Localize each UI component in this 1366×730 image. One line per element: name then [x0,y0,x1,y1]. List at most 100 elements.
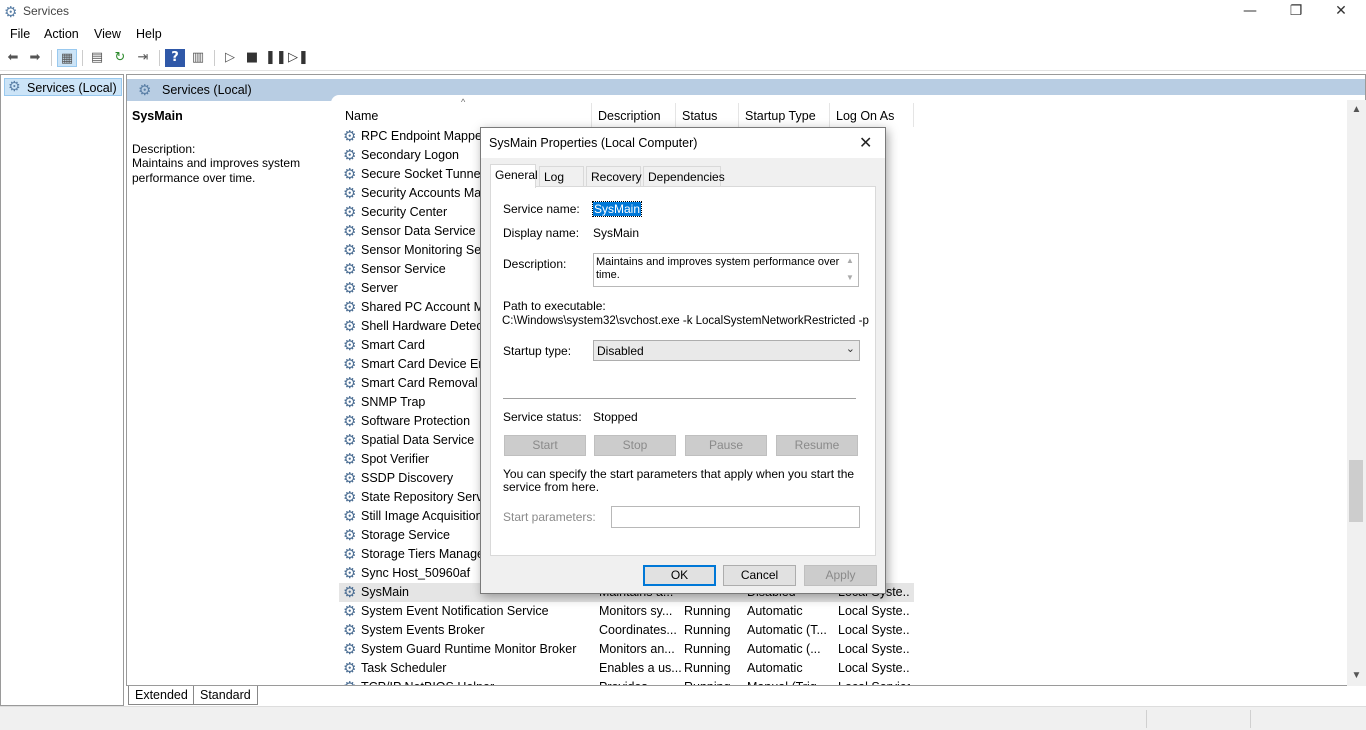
stop-button[interactable]: Stop [594,435,676,456]
path-value: C:\Windows\system32\svchost.exe -k Local… [502,315,869,327]
action-pane-icon[interactable]: ▥ [188,49,208,67]
start-params-input[interactable] [611,506,860,528]
service-status-cell: Running [684,604,731,618]
help-icon[interactable]: ? [165,49,185,67]
tree-node-services-local[interactable]: ⚙ Services (Local) [4,78,122,96]
service-startup-cell: Automatic (... [747,642,821,656]
column-header-description[interactable]: Description [592,103,676,127]
toolbar: ⬅ ➡ ▦ ▤ ↻ ⇥ ? ▥ ▷ ■ ❚❚ ▷❚ [0,46,1366,71]
service-name-text[interactable]: SysMain [591,201,643,217]
service-name-cell: Task Scheduler [361,661,447,675]
service-gear-icon: ⚙ [343,488,357,506]
service-gear-icon: ⚙ [343,545,357,563]
back-icon[interactable]: ⬅ [3,49,23,67]
stop-service-icon[interactable]: ■ [242,49,262,67]
dialog-close-icon[interactable]: ✕ [859,133,872,152]
description-scrollbar[interactable]: ▲ ▼ [842,254,858,286]
service-gear-icon: ⚙ [343,393,357,411]
apply-button[interactable]: Apply [804,565,877,586]
service-startup-cell: Automatic (T... [747,623,827,637]
pause-button[interactable]: Pause [685,435,767,456]
gear-icon: ⚙ [8,79,21,95]
table-row[interactable]: ⚙ Task Scheduler Enables a us... Running Aut… [339,659,914,678]
scroll-down-icon[interactable]: ▼ [1347,670,1366,681]
ok-button[interactable]: OK [643,565,716,586]
minimize-button[interactable]: — [1227,0,1273,24]
table-row[interactable]: ⚙ System Guard Runtime Monitor Broker Moni… [339,640,914,659]
service-logon-cell: Local Syste... [838,661,910,675]
service-description-cell: Enables a us... [599,661,681,675]
service-gear-icon: ⚙ [343,241,357,259]
tab-standard[interactable]: Standard [194,686,258,705]
service-gear-icon: ⚙ [343,127,357,145]
window-title: Services [23,4,70,18]
menu-view[interactable]: View [94,27,121,41]
dialog-title-bar: SysMain Properties (Local Computer) ✕ [481,128,885,158]
close-window-button[interactable]: ✕ [1318,0,1364,24]
tab-general[interactable]: General [490,164,538,188]
show-hide-console-tree-icon[interactable]: ▦ [57,49,77,67]
selected-service-name: SysMain [132,109,183,123]
service-status-cell: Running [684,680,744,685]
service-gear-icon: ⚙ [343,621,357,639]
pause-service-icon[interactable]: ❚❚ [265,49,287,67]
column-header-name[interactable]: Name [339,103,592,127]
restart-service-icon[interactable]: ▷❚ [288,49,309,67]
service-gear-icon: ⚙ [343,298,357,316]
status-divider [1250,710,1251,728]
service-status-label: Service status: [503,410,582,424]
service-status-cell: Running [684,642,731,656]
table-row[interactable]: ⚙TCP/IP NetBIOS HelperProvides...Running… [339,678,914,685]
startup-type-select[interactable]: Disabled ⌄ [593,340,860,361]
startup-type-label: Startup type: [503,344,572,358]
service-startup-cell: Automatic [747,604,803,618]
tab-dependencies[interactable]: Dependencies [643,166,725,186]
service-name-label: Service name: [503,202,580,216]
dialog-title: SysMain Properties (Local Computer) [489,136,698,150]
service-status-cell: Running [684,661,731,675]
service-logon-cell: Local Syste... [838,604,910,618]
panel-header: ⚙ Services (Local) [127,79,1365,105]
start-button[interactable]: Start [504,435,586,456]
services-gear-icon: ⚙ [4,3,18,21]
column-header-log-on-as[interactable]: Log On As [830,103,914,127]
column-header-startup-type[interactable]: Startup Type [739,103,830,127]
vertical-scrollbar[interactable]: ▲ ▼ [1347,100,1366,686]
refresh-icon[interactable]: ↻ [110,49,130,67]
toolbar-separator [82,50,83,66]
table-row[interactable]: ⚙ System Event Notification Service Monito… [339,602,914,621]
toolbar-separator [214,50,215,66]
column-header-status[interactable]: Status [676,103,739,127]
description-field[interactable]: Maintains and improves system performanc… [593,253,859,287]
table-row[interactable]: ⚙ System Events Broker Coordinates... Runni… [339,621,914,640]
scroll-up-icon[interactable]: ▲ [1347,104,1366,115]
menu-action[interactable]: Action [44,27,79,41]
toolbar-separator [159,50,160,66]
tab-extended[interactable]: Extended [128,686,194,705]
service-gear-icon: ⚙ [343,507,357,525]
startup-type-value: Disabled [597,344,644,358]
tab-recovery[interactable]: Recovery [586,166,642,186]
properties-icon[interactable]: ▤ [87,49,107,67]
tab-log-on[interactable]: Log On [539,166,584,198]
menu-file[interactable]: File [10,27,30,41]
export-list-icon[interactable]: ⇥ [133,49,153,67]
display-name-value: SysMain [593,226,640,240]
divider [503,398,856,399]
scrollbar-thumb[interactable] [1349,460,1363,522]
service-gear-icon: ⚙ [343,146,357,164]
column-headers: ^ Name Description Status Startup Type L… [339,97,914,127]
forward-icon[interactable]: ➡ [25,49,45,67]
resume-button[interactable]: Resume [776,435,858,456]
path-label: Path to executable: [503,299,606,313]
service-startup-cell: Automatic [747,661,803,675]
service-description-cell: Coordinates... [599,623,677,637]
service-gear-icon: ⚙ [343,526,357,544]
cancel-button[interactable]: Cancel [723,565,796,586]
service-name-cell: System Events Broker [361,623,485,637]
restore-button[interactable]: ❐ [1273,0,1319,24]
service-gear-icon: ⚙ [343,431,357,449]
start-service-icon[interactable]: ▷ [220,49,240,67]
service-name-value[interactable]: SysMain [591,201,643,217]
menu-help[interactable]: Help [136,27,162,41]
